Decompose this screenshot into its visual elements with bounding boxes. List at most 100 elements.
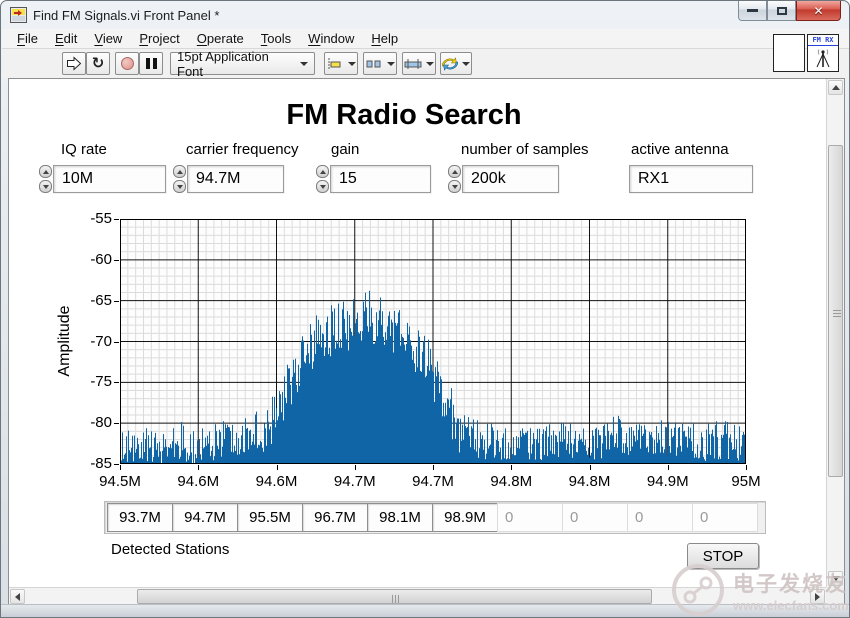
station-cell[interactable]: 96.7M <box>302 503 368 532</box>
y-tick-label: -60 <box>90 250 112 268</box>
increment-button[interactable] <box>173 165 186 178</box>
active-antenna-field[interactable]: RX1 <box>629 165 753 193</box>
resize-objects-button[interactable] <box>402 52 436 75</box>
reorder-objects-button[interactable] <box>440 52 472 75</box>
down-arrow-icon <box>451 184 458 189</box>
front-panel-client: FM Radio Search IQ rate carrier frequenc… <box>8 78 845 606</box>
station-cell[interactable]: 93.7M <box>107 503 173 532</box>
decrement-button[interactable] <box>173 180 186 193</box>
y-tick-mark <box>114 423 119 425</box>
distribute-objects-button[interactable] <box>363 52 397 75</box>
minimize-button[interactable] <box>738 1 767 21</box>
detected-stations-label: Detected Stations <box>111 541 230 558</box>
connector-pane-box[interactable] <box>773 34 805 72</box>
x-tick-mark <box>511 465 513 470</box>
x-tick-label: 94.6M <box>255 473 298 490</box>
decrement-button[interactable] <box>316 180 329 193</box>
title-bar[interactable]: Find FM Signals.vi Front Panel * ✕ <box>1 1 849 29</box>
up-arrow-icon <box>831 85 840 90</box>
x-tick-label: 94.6M <box>177 473 220 490</box>
window-bottom-frame <box>1 604 849 617</box>
menu-tools[interactable]: Tools <box>261 31 291 46</box>
vi-icon-editor[interactable]: FM RX <box>807 34 839 72</box>
up-arrow-icon <box>319 169 326 174</box>
increment-button[interactable] <box>448 165 461 178</box>
page-title: FM Radio Search <box>286 99 522 131</box>
y-tick-label: -75 <box>90 373 112 391</box>
x-tick-label: 94.7M <box>412 473 454 490</box>
stop-button[interactable]: STOP <box>687 543 759 569</box>
station-cell[interactable]: 94.7M <box>172 503 238 532</box>
menu-file[interactable]: File <box>17 31 38 46</box>
align-objects-button[interactable] <box>324 52 358 75</box>
x-tick-label: 94.5M <box>99 473 141 490</box>
menu-help[interactable]: Help <box>371 31 398 46</box>
increment-button[interactable] <box>316 165 329 178</box>
station-cell[interactable]: 0 <box>692 503 758 532</box>
number-of-samples-field[interactable]: 200k <box>462 165 559 193</box>
x-tick-label: 95M <box>731 473 761 490</box>
horizontal-scrollbar[interactable] <box>9 587 826 605</box>
gain-spinner <box>316 165 329 193</box>
gain-label: gain <box>331 141 360 158</box>
decrement-button[interactable] <box>39 180 52 193</box>
station-cell[interactable]: 0 <box>562 503 628 532</box>
iq-rate-label: IQ rate <box>61 141 107 158</box>
decrement-button[interactable] <box>448 180 461 193</box>
spectrum-plot <box>120 219 746 464</box>
abort-icon <box>120 57 134 70</box>
run-continuously-icon: ↻ <box>91 55 105 72</box>
active-antenna-label: active antenna <box>631 141 729 158</box>
station-cell[interactable]: 0 <box>627 503 693 532</box>
menu-bar: File Edit View Project Operate Tools Window Hel… <box>2 29 849 49</box>
resize-objects-icon <box>404 58 422 69</box>
x-tick-label: 94.8M <box>490 473 533 490</box>
scroll-up-button[interactable] <box>828 80 843 95</box>
station-cell[interactable]: 98.1M <box>367 503 433 532</box>
down-arrow-icon <box>319 184 326 189</box>
y-tick-mark <box>114 341 119 343</box>
x-tick-mark <box>746 465 747 470</box>
menu-operate[interactable]: Operate <box>197 31 244 46</box>
menu-project[interactable]: Project <box>139 31 179 46</box>
menu-window[interactable]: Window <box>308 31 354 46</box>
font-selector-label: 15pt Application Font <box>177 48 269 79</box>
number-of-samples-label: number of samples <box>461 141 589 158</box>
y-tick-mark <box>114 219 119 220</box>
labview-vi-icon <box>10 7 27 23</box>
y-tick-mark <box>114 464 119 465</box>
menu-view[interactable]: View <box>94 31 122 46</box>
pause-button[interactable] <box>139 52 163 75</box>
menu-edit[interactable]: Edit <box>55 31 77 46</box>
chevron-down-icon <box>387 61 395 66</box>
iq-rate-field[interactable]: 10M <box>53 165 166 193</box>
station-cell[interactable]: 95.5M <box>237 503 303 532</box>
chevron-down-icon <box>348 61 356 66</box>
gain-field[interactable]: 15 <box>330 165 431 193</box>
run-button[interactable] <box>62 52 86 75</box>
scroll-right-button[interactable] <box>810 589 825 604</box>
station-cell[interactable]: 98.9M <box>432 503 498 532</box>
maximize-button[interactable] <box>767 1 796 21</box>
vi-icon-label: FM RX <box>808 35 838 46</box>
up-arrow-icon <box>451 169 458 174</box>
close-button[interactable]: ✕ <box>796 1 841 21</box>
scrollbar-corner <box>826 587 844 605</box>
vertical-scrollbar[interactable] <box>826 79 844 587</box>
chevron-down-icon <box>300 61 308 66</box>
carrier-frequency-field[interactable]: 94.7M <box>187 165 284 193</box>
vertical-scroll-thumb[interactable] <box>828 145 843 477</box>
horizontal-scroll-thumb[interactable] <box>137 589 652 604</box>
increment-button[interactable] <box>39 165 52 178</box>
scroll-left-button[interactable] <box>10 589 25 604</box>
x-tick-mark <box>276 465 278 470</box>
left-arrow-icon <box>15 592 20 601</box>
abort-button[interactable] <box>115 52 139 75</box>
font-selector[interactable]: 15pt Application Font <box>170 49 315 79</box>
run-continuously-button[interactable]: ↻ <box>86 52 110 75</box>
down-arrow-icon <box>176 184 183 189</box>
station-cell[interactable]: 0 <box>497 503 563 532</box>
x-tick-label: 94.9M <box>646 473 689 490</box>
scroll-down-button[interactable] <box>828 571 843 586</box>
y-tick-label: -70 <box>90 332 112 350</box>
